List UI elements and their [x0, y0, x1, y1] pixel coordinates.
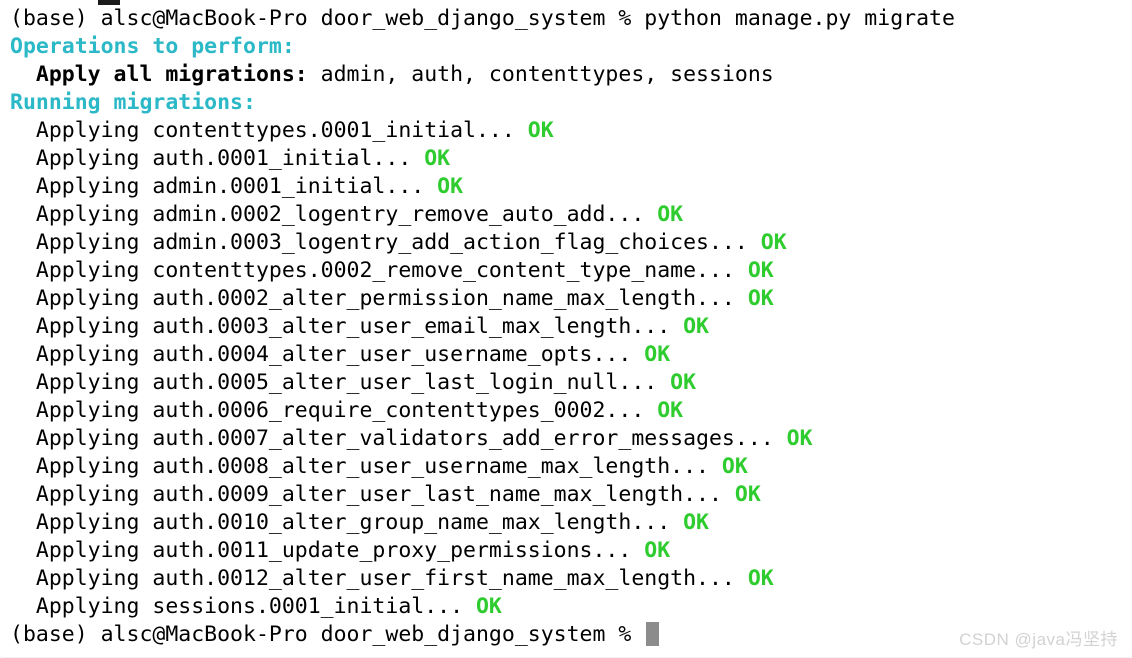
terminal-text-segment: OK	[463, 594, 502, 619]
terminal-text-segment: Applying auth.0009_alter_user_last_name_…	[10, 482, 722, 507]
terminal-output-area[interactable]: (base) alsc@MacBook-Pro door_web_django_…	[0, 5, 1132, 649]
terminal-line-migration-sessions-0001: Applying sessions.0001_initial... OK	[0, 593, 1132, 621]
terminal-line-migration-admin-0002: Applying admin.0002_logentry_remove_auto…	[0, 201, 1132, 229]
terminal-text-segment: OK	[670, 510, 709, 535]
terminal-line-migration-auth-0008: Applying auth.0008_alter_user_username_m…	[0, 453, 1132, 481]
csdn-watermark: CSDN @java冯坚持	[959, 630, 1118, 649]
terminal-line-migration-auth-0010: Applying auth.0010_alter_group_name_max_…	[0, 509, 1132, 537]
terminal-text-segment: Applying admin.0001_initial...	[10, 174, 425, 199]
terminal-text-segment: Applying sessions.0001_initial...	[10, 594, 464, 619]
terminal-line-migration-contenttypes-0001: Applying contenttypes.0001_initial... OK	[0, 117, 1132, 145]
terminal-text-segment: admin, auth, contenttypes, sessions	[307, 62, 774, 87]
terminal-text-segment: OK	[411, 146, 451, 171]
terminal-text-segment: Applying auth.0007_alter_validators_add_…	[10, 426, 774, 451]
terminal-text-segment: Applying auth.0008_alter_user_username_m…	[10, 454, 709, 479]
terminal-text-segment: Applying auth.0004_alter_user_username_o…	[10, 342, 632, 367]
terminal-text-segment: OK	[747, 230, 787, 255]
terminal-text-segment: OK	[644, 398, 684, 423]
terminal-line-migration-auth-0006: Applying auth.0006_require_contenttypes_…	[0, 397, 1132, 425]
terminal-text-segment: Applying auth.0011_update_proxy_permissi…	[10, 538, 632, 563]
terminal-text-segment: Applying auth.0012_alter_user_first_name…	[10, 566, 735, 591]
terminal-line-apply-all-migrations: Apply all migrations: admin, auth, conte…	[0, 61, 1132, 89]
terminal-text-segment: Applying admin.0003_logentry_add_action_…	[10, 230, 748, 255]
terminal-text-segment: OK	[514, 118, 554, 143]
terminal-text-segment: Applying auth.0005_alter_user_last_login…	[10, 370, 658, 395]
terminal-window[interactable]: (base) alsc@MacBook-Pro door_web_django_…	[0, 0, 1132, 658]
terminal-text-segment: OK	[644, 202, 684, 227]
terminal-text-segment: Applying auth.0003_alter_user_email_max_…	[10, 314, 671, 339]
terminal-text-segment: Running migrations:	[10, 90, 256, 115]
terminal-text-segment: OK	[734, 286, 774, 311]
terminal-text-segment: (base) alsc@MacBook-Pro door_web_django_…	[10, 622, 645, 647]
terminal-text-segment: Applying auth.0001_initial...	[10, 146, 412, 171]
terminal-text-segment: Applying admin.0002_logentry_remove_auto…	[10, 202, 645, 227]
terminal-text-segment: OK	[721, 482, 761, 507]
terminal-line-migration-admin-0001: Applying admin.0001_initial... OK	[0, 173, 1132, 201]
terminal-text-segment: Applying auth.0002_alter_permission_name…	[10, 286, 735, 311]
terminal-line-migration-auth-0001: Applying auth.0001_initial... OK	[0, 145, 1132, 173]
terminal-line-migration-admin-0003: Applying admin.0003_logentry_add_action_…	[0, 229, 1132, 257]
terminal-text-segment: OK	[734, 258, 774, 283]
terminal-line-prompt-command: (base) alsc@MacBook-Pro door_web_django_…	[0, 5, 1132, 33]
terminal-line-operations-header: Operations to perform:	[0, 33, 1132, 61]
terminal-line-running-migrations-header: Running migrations:	[0, 89, 1132, 117]
terminal-text-segment: OK	[734, 566, 774, 591]
terminal-text-segment: OK	[708, 454, 748, 479]
terminal-line-migration-auth-0005: Applying auth.0005_alter_user_last_login…	[0, 369, 1132, 397]
terminal-line-migration-auth-0004: Applying auth.0004_alter_user_username_o…	[0, 341, 1132, 369]
terminal-text-segment: Apply all migrations:	[10, 62, 308, 87]
terminal-text-segment: OK	[631, 538, 671, 563]
terminal-text-segment: OK	[773, 426, 813, 451]
terminal-text-segment: Operations to perform:	[10, 34, 295, 59]
block-cursor[interactable]	[646, 622, 660, 646]
terminal-text-segment: OK	[670, 314, 709, 339]
terminal-line-migration-auth-0011: Applying auth.0011_update_proxy_permissi…	[0, 537, 1132, 565]
terminal-line-migration-auth-0003: Applying auth.0003_alter_user_email_max_…	[0, 313, 1132, 341]
terminal-line-migration-auth-0002: Applying auth.0002_alter_permission_name…	[0, 285, 1132, 313]
terminal-line-migration-auth-0007: Applying auth.0007_alter_validators_add_…	[0, 425, 1132, 453]
terminal-text-segment: OK	[424, 174, 464, 199]
terminal-line-migration-contenttypes-0002: Applying contenttypes.0002_remove_conten…	[0, 257, 1132, 285]
terminal-line-migration-auth-0009: Applying auth.0009_alter_user_last_name_…	[0, 481, 1132, 509]
terminal-text-segment: Applying auth.0010_alter_group_name_max_…	[10, 510, 671, 535]
terminal-text-segment: Applying auth.0006_require_contenttypes_…	[10, 398, 645, 423]
terminal-text-segment: OK	[631, 342, 671, 367]
terminal-text-segment: (base) alsc@MacBook-Pro door_web_django_…	[10, 6, 955, 31]
terminal-line-migration-auth-0012: Applying auth.0012_alter_user_first_name…	[0, 565, 1132, 593]
terminal-text-segment: Applying contenttypes.0001_initial...	[10, 118, 515, 143]
terminal-text-segment: Applying contenttypes.0002_remove_conten…	[10, 258, 735, 283]
terminal-text-segment: OK	[657, 370, 697, 395]
